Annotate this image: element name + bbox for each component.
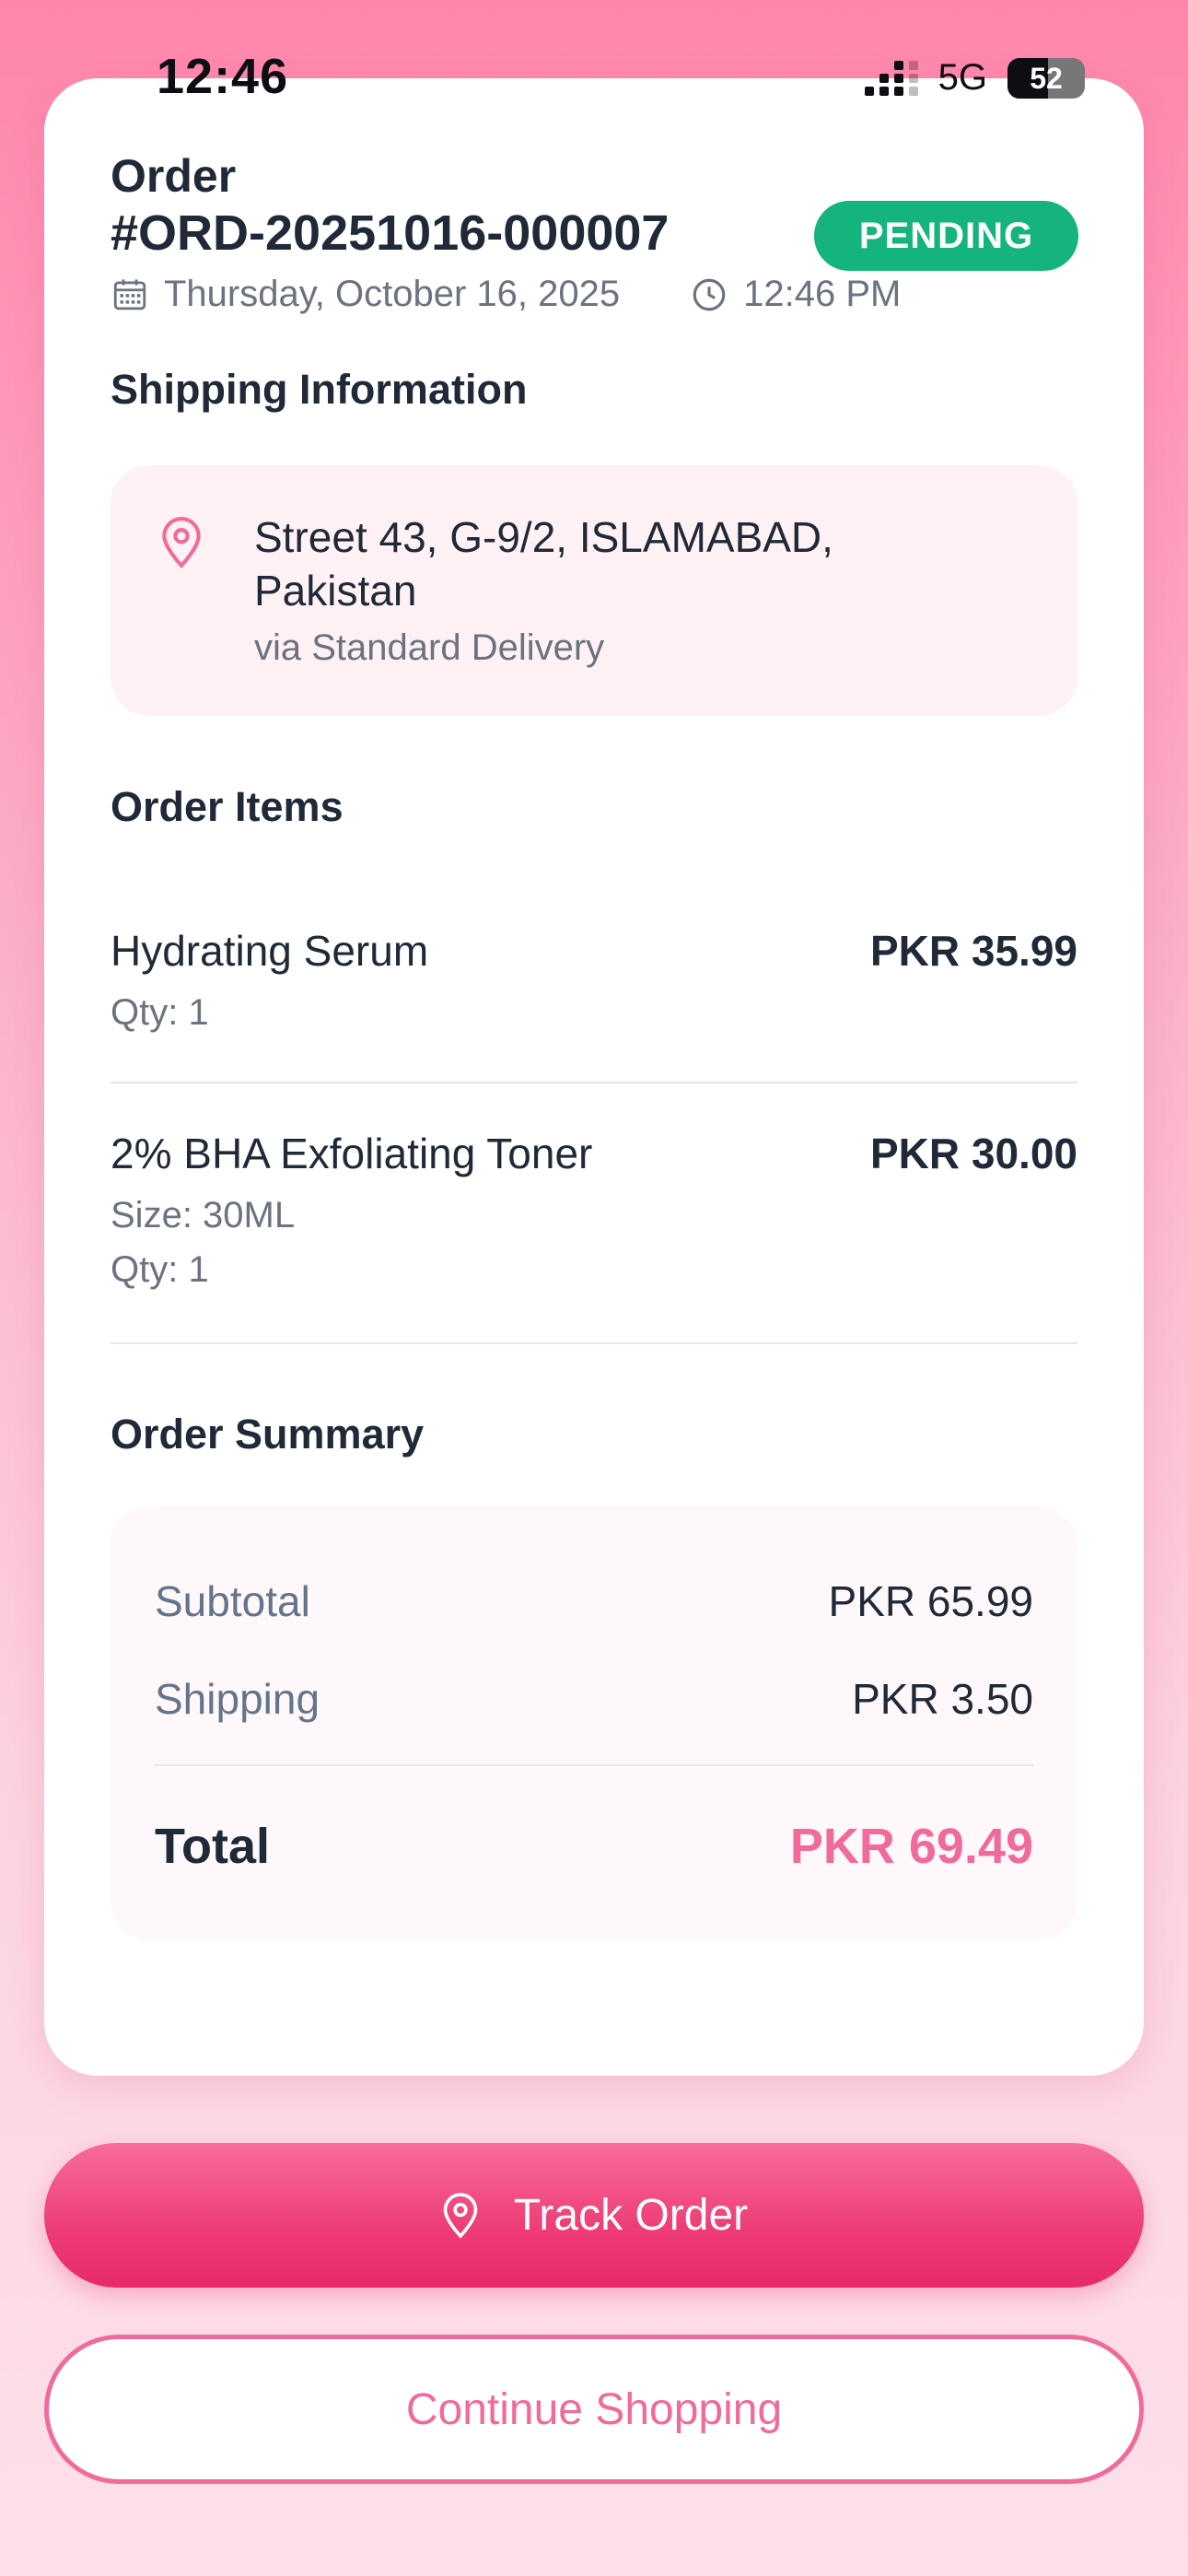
- delivery-method: via Standard Delivery: [254, 627, 605, 668]
- item-divider: [111, 1342, 1077, 1344]
- track-order-label: Track Order: [513, 2191, 749, 2240]
- item-qty: Qty: 1: [111, 1249, 209, 1290]
- order-summary-title: Order Summary: [111, 1411, 425, 1458]
- order-details-card: Order #ORD-20251016-000007 PENDING Thurs…: [44, 78, 1144, 2076]
- total-label: Total: [155, 1819, 270, 1874]
- order-items-title: Order Items: [111, 783, 344, 830]
- subtotal-row: Subtotal PKR 65.99: [155, 1576, 1033, 1626]
- shipping-section-title: Shipping Information: [111, 366, 528, 413]
- shipping-row: Shipping PKR 3.50: [155, 1674, 1033, 1724]
- list-item: 2% BHA Exfoliating Toner PKR 30.00 Size:…: [111, 1129, 1077, 1291]
- location-pin-icon: [162, 517, 201, 568]
- order-summary-box: Subtotal PKR 65.99 Shipping PKR 3.50 Tot…: [111, 1506, 1077, 1939]
- subtotal-label: Subtotal: [155, 1577, 310, 1625]
- summary-divider: [155, 1764, 1033, 1766]
- order-number: #ORD-20251016-000007: [111, 205, 670, 261]
- signal-icon: [864, 60, 918, 96]
- clock-icon: [693, 278, 726, 310]
- item-price: PKR 30.00: [869, 1130, 1077, 1177]
- item-size: Size: 30ML: [111, 1195, 296, 1235]
- total-value: PKR 69.49: [789, 1819, 1033, 1874]
- track-order-button[interactable]: Track Order: [44, 2143, 1144, 2288]
- item-qty: Qty: 1: [111, 992, 209, 1033]
- total-row: Total PKR 69.49: [155, 1818, 1033, 1875]
- order-meta: Thursday, October 16, 2025 12:46 PM: [111, 274, 901, 315]
- item-price: PKR 35.99: [869, 927, 1077, 975]
- shipping-address-box: Street 43, G-9/2, ISLAMABAD, Pakistan vi…: [111, 465, 1077, 716]
- battery-icon: 52: [1007, 57, 1085, 99]
- status-indicators: 5G 52: [864, 57, 1085, 99]
- continue-shopping-label: Continue Shopping: [405, 2384, 783, 2434]
- continue-shopping-button[interactable]: Continue Shopping: [44, 2335, 1144, 2484]
- location-pin-icon: [443, 2192, 478, 2239]
- calendar-icon: [113, 278, 146, 310]
- shipping-address: Street 43, G-9/2, ISLAMABAD, Pakistan: [254, 513, 833, 615]
- status-badge: PENDING: [814, 201, 1078, 271]
- item-divider: [111, 1082, 1077, 1083]
- battery-level: 52: [1030, 61, 1063, 95]
- subtotal-value: PKR 65.99: [828, 1577, 1033, 1625]
- order-time-group: 12:46 PM: [690, 274, 901, 315]
- list-item: Hydrating Serum PKR 35.99 Qty: 1: [111, 926, 1077, 1034]
- shipping-label: Shipping: [155, 1675, 320, 1723]
- shipping-value: PKR 3.50: [852, 1675, 1033, 1723]
- network-type: 5G: [938, 57, 987, 98]
- status-time: 12:46: [157, 49, 289, 104]
- order-date: Thursday, October 16, 2025: [164, 274, 621, 314]
- status-bar: 12:46 5G 52: [0, 0, 1188, 157]
- order-time: 12:46 PM: [743, 274, 902, 314]
